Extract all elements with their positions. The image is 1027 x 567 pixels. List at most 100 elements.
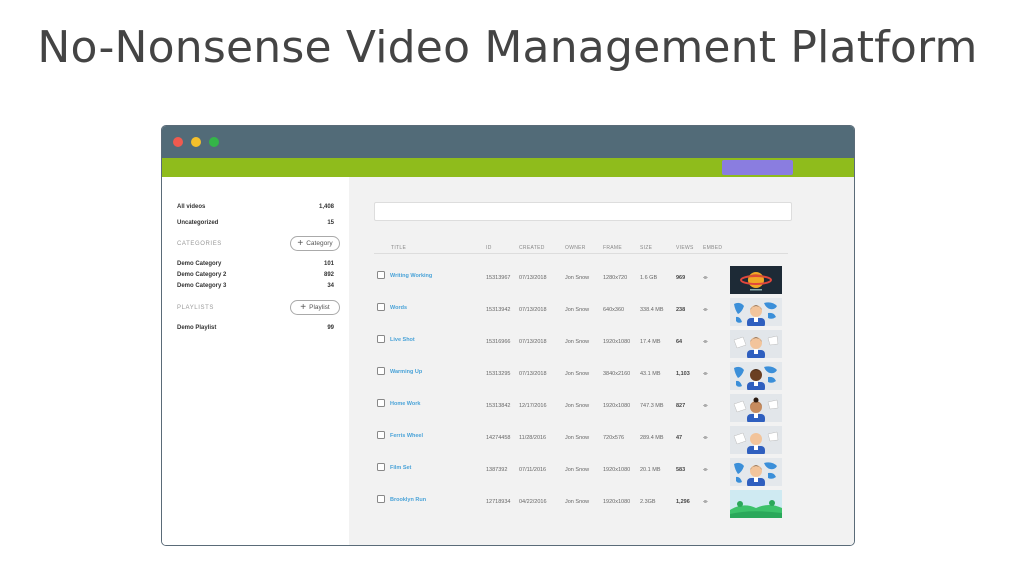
row-checkbox[interactable] <box>377 463 385 471</box>
video-thumbnail[interactable] <box>730 394 782 422</box>
playlists-heading: PLAYLISTS <box>177 305 214 311</box>
column-header-created[interactable]: CREATED <box>519 245 545 251</box>
sidebar-item-category[interactable]: Demo Category 2 892 <box>177 272 334 278</box>
row-checkbox[interactable] <box>377 367 385 375</box>
sidebar-item-category[interactable]: Demo Category 3 34 <box>177 283 334 289</box>
row-checkbox[interactable] <box>377 399 385 407</box>
column-header-title[interactable]: TITLE <box>391 245 406 251</box>
plus-icon: + <box>297 237 304 249</box>
video-title-link[interactable]: Live Shot <box>390 337 415 343</box>
categories-heading: CATEGORIES <box>177 241 222 247</box>
cell-views: 47 <box>676 435 683 441</box>
video-thumbnail[interactable] <box>730 490 782 518</box>
window-titlebar <box>162 126 854 158</box>
cell-created: 04/22/2016 <box>519 499 547 505</box>
cell-size: 2.3GB <box>640 499 656 505</box>
cell-size: 338.4 MB <box>640 307 664 313</box>
top-action-button[interactable] <box>722 160 793 175</box>
cell-id: 15313967 <box>486 275 511 281</box>
table-row[interactable]: Brooklyn Run 12718934 04/22/2016 Jon Snow 19… <box>374 490 788 520</box>
column-header-size[interactable]: SIZE <box>640 245 652 251</box>
cell-views: 1,296 <box>676 499 690 505</box>
row-checkbox[interactable] <box>377 495 385 503</box>
cell-created: 07/13/2018 <box>519 371 547 377</box>
cell-owner: Jon Snow <box>565 467 590 473</box>
sidebar-item-count: 892 <box>323 272 334 278</box>
sidebar-item-playlist[interactable]: Demo Playlist 99 <box>177 325 334 331</box>
cell-frame: 1920x1080 <box>603 499 631 505</box>
sidebar-item-count: 99 <box>327 325 334 331</box>
video-title-link[interactable]: Brooklyn Run <box>390 497 426 503</box>
embed-icon[interactable]: ⌯ <box>703 307 708 314</box>
video-title-link[interactable]: Writing Working <box>390 273 432 279</box>
embed-icon[interactable]: ⌯ <box>703 499 708 506</box>
video-title-link[interactable]: Home Work <box>390 401 420 407</box>
cell-views: 583 <box>676 467 686 473</box>
column-header-embed[interactable]: EMBED <box>703 245 722 251</box>
table-row[interactable]: Home Work 15313842 12/17/2016 Jon Snow 1920x… <box>374 394 788 424</box>
cell-views: 827 <box>676 403 686 409</box>
sidebar-item-label: Uncategorized <box>177 220 219 226</box>
cell-created: 07/13/2018 <box>519 339 547 345</box>
embed-icon[interactable]: ⌯ <box>703 403 708 410</box>
table-row[interactable]: Words 15313942 07/13/2018 Jon Snow 640x360 33… <box>374 298 788 328</box>
sidebar-item-uncategorized[interactable]: Uncategorized 15 <box>177 220 334 226</box>
video-title-link[interactable]: Film Set <box>390 465 411 471</box>
cell-size: 43.1 MB <box>640 371 661 377</box>
column-header-views[interactable]: VIEWS <box>676 245 694 251</box>
sidebar-item-category[interactable]: Demo Category 101 <box>177 261 334 267</box>
sidebar-item-all-videos[interactable]: All videos 1,408 <box>177 204 334 210</box>
cell-id: 15313295 <box>486 371 511 377</box>
sidebar-item-count: 34 <box>327 283 334 289</box>
cell-views: 238 <box>676 307 686 313</box>
column-header-owner[interactable]: OWNER <box>565 245 586 251</box>
embed-icon[interactable]: ⌯ <box>703 467 708 474</box>
page-headline: No-Nonsense Video Management Platform <box>37 22 978 73</box>
table-row[interactable]: Ferris Wheel 14274458 11/28/2016 Jon Snow 72… <box>374 426 788 456</box>
video-title-link[interactable]: Warming Up <box>390 369 422 375</box>
minimize-window-icon[interactable] <box>191 137 201 147</box>
cell-owner: Jon Snow <box>565 307 590 313</box>
video-thumbnail[interactable] <box>730 362 782 390</box>
maximize-window-icon[interactable] <box>209 137 219 147</box>
embed-icon[interactable]: ⌯ <box>703 371 708 378</box>
video-title-link[interactable]: Words <box>390 305 407 311</box>
cell-id: 15313842 <box>486 403 511 409</box>
cell-id: 15316966 <box>486 339 511 345</box>
row-checkbox[interactable] <box>377 271 385 279</box>
cell-frame: 1920x1080 <box>603 339 631 345</box>
video-title-link[interactable]: Ferris Wheel <box>390 433 423 439</box>
row-checkbox[interactable] <box>377 431 385 439</box>
video-thumbnail[interactable] <box>730 426 782 454</box>
embed-icon[interactable]: ⌯ <box>703 435 708 442</box>
video-thumbnail[interactable] <box>730 266 782 294</box>
app-top-bar <box>162 158 854 177</box>
table-row[interactable]: Film Set 1387392 07/11/2016 Jon Snow 1920x10… <box>374 458 788 488</box>
embed-icon[interactable]: ⌯ <box>703 275 708 282</box>
embed-icon[interactable]: ⌯ <box>703 339 708 346</box>
table-row[interactable]: Live Shot 15316966 07/13/2018 Jon Snow 1920x… <box>374 330 788 360</box>
table-row[interactable]: Writing Working 15313967 07/13/2018 Jon Sno… <box>374 266 788 296</box>
table-header: TITLE ID CREATED OWNER FRAME SIZE VIEWS … <box>374 245 788 254</box>
sidebar-item-count: 1,408 <box>318 204 334 210</box>
video-thumbnail[interactable] <box>730 330 782 358</box>
cell-created: 07/13/2018 <box>519 275 547 281</box>
video-thumbnail[interactable] <box>730 298 782 326</box>
row-checkbox[interactable] <box>377 335 385 343</box>
table-row[interactable]: Warming Up 15313295 07/13/2018 Jon Snow 3840… <box>374 362 788 392</box>
column-header-frame[interactable]: FRAME <box>603 245 622 251</box>
search-input[interactable] <box>374 202 792 221</box>
row-checkbox[interactable] <box>377 303 385 311</box>
video-thumbnail[interactable] <box>730 458 782 486</box>
cell-id: 14274458 <box>486 435 511 441</box>
sidebar-item-count: 101 <box>323 261 334 267</box>
cell-created: 11/28/2016 <box>519 435 547 441</box>
sidebar-item-label: Demo Playlist <box>177 325 217 331</box>
close-window-icon[interactable] <box>173 137 183 147</box>
add-category-button[interactable]: + Category <box>290 236 340 251</box>
column-header-id[interactable]: ID <box>486 245 492 251</box>
cell-frame: 640x360 <box>603 307 625 313</box>
add-playlist-button[interactable]: + Playlist <box>290 300 340 315</box>
cell-created: 07/13/2018 <box>519 307 547 313</box>
plus-icon: + <box>300 301 307 313</box>
